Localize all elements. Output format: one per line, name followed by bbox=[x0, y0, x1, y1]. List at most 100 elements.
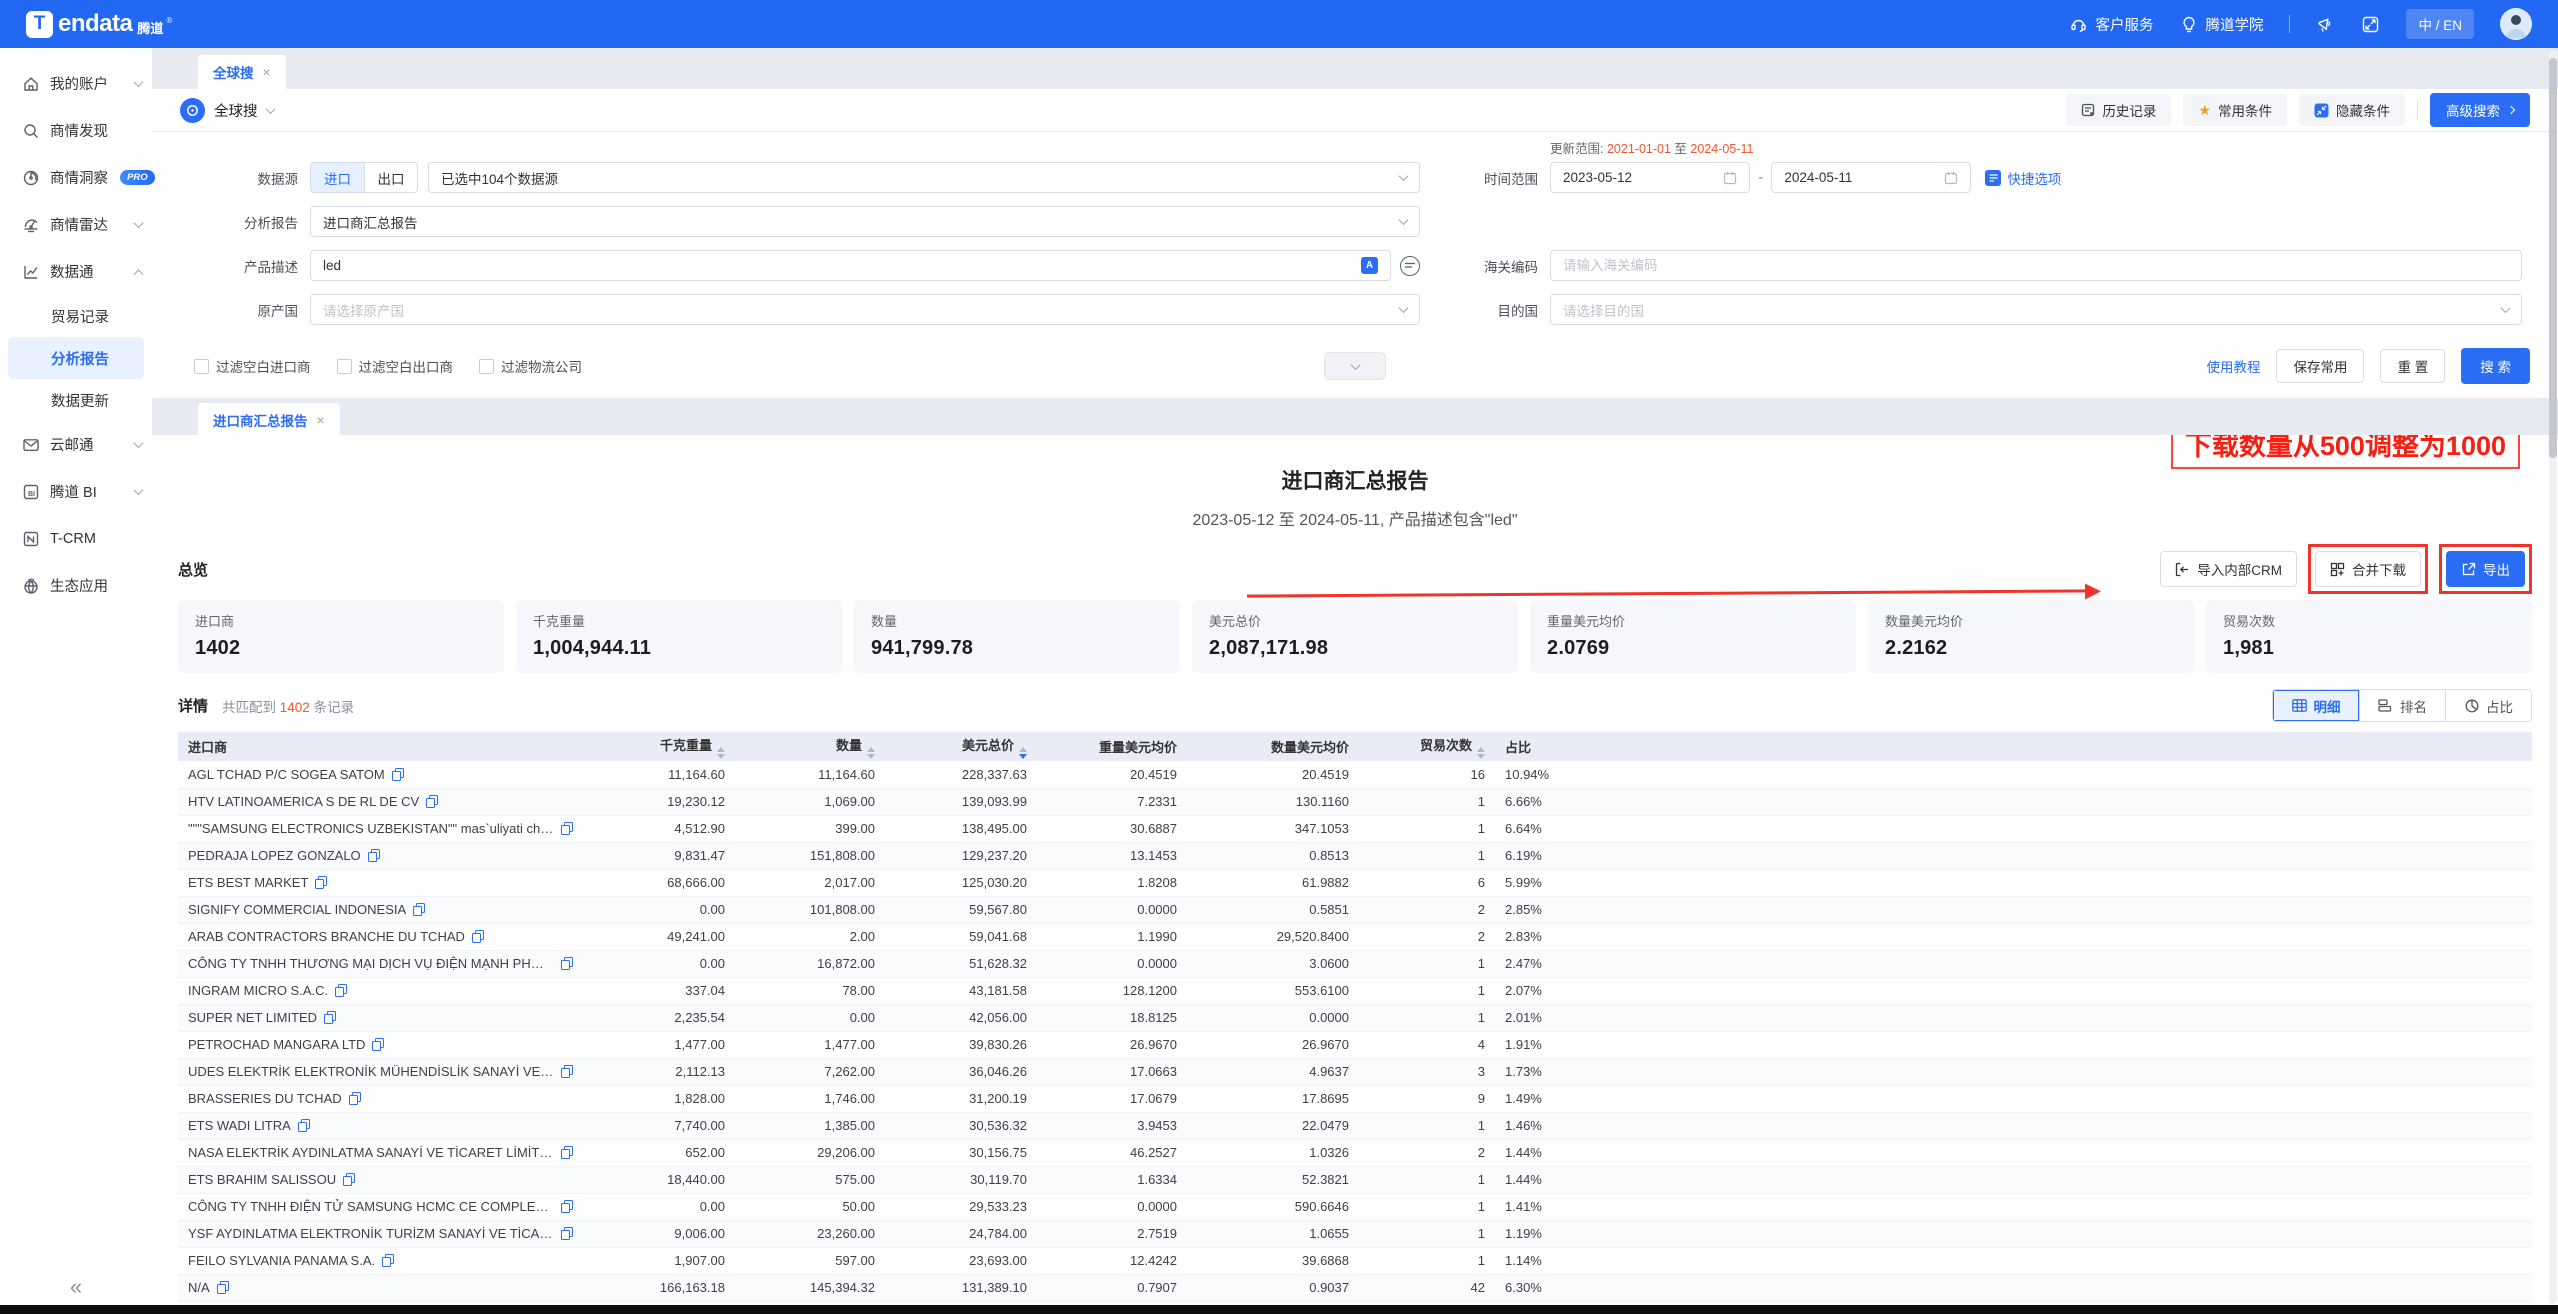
reset-button[interactable]: 重 置 bbox=[2380, 349, 2445, 383]
sidebar-item-t-crm[interactable]: T-CRM bbox=[0, 515, 152, 562]
data-source-select[interactable]: 已选中104个数据源 bbox=[428, 162, 1420, 193]
sidebar-item-discovery[interactable]: 商情发现 bbox=[0, 107, 152, 154]
fullscreen-icon[interactable] bbox=[2361, 15, 2380, 34]
copy-icon[interactable] bbox=[335, 984, 347, 997]
history-button[interactable]: 历史记录 bbox=[2066, 94, 2171, 126]
favorite-conditions-button[interactable]: ★ 常用条件 bbox=[2183, 94, 2287, 126]
column-header-6[interactable]: 贸易次数 bbox=[1359, 732, 1495, 761]
copy-icon[interactable] bbox=[561, 1146, 573, 1159]
table-row[interactable]: """SAMSUNG ELECTRONICS UZBEKISTAN"" mas`… bbox=[178, 815, 2532, 842]
column-header-2[interactable]: 数量 bbox=[735, 732, 885, 761]
table-row[interactable]: N/A166,163.18145,394.32131,389.100.79070… bbox=[178, 1274, 2532, 1301]
column-header-1[interactable]: 千克重量 bbox=[583, 732, 735, 761]
table-row[interactable]: YSF AYDINLATMA ELEKTRONİK TURİZM SANAYİ … bbox=[178, 1220, 2532, 1247]
copy-icon[interactable] bbox=[343, 1173, 355, 1186]
copy-icon[interactable] bbox=[413, 903, 425, 916]
copy-icon[interactable] bbox=[315, 876, 327, 889]
table-row[interactable]: HTV LATINOAMERICA S DE RL DE CV19,230.12… bbox=[178, 788, 2532, 815]
importer-name[interactable]: CÔNG TY TNHH THƯƠNG MẠI DỊCH VỤ ĐIỆN MẠN… bbox=[188, 956, 554, 971]
sidebar-item-tendata-bi[interactable]: BI腾道 BI bbox=[0, 468, 152, 515]
hide-conditions-button[interactable]: 隐藏条件 bbox=[2299, 94, 2405, 126]
table-row[interactable]: ETS BRAHIM SALISSOU18,440.00575.0030,119… bbox=[178, 1166, 2532, 1193]
copy-icon[interactable] bbox=[324, 1011, 336, 1024]
table-row[interactable]: ETS WADI LITRA7,740.001,385.0030,536.323… bbox=[178, 1112, 2532, 1139]
view-toggle-detail[interactable]: 明细 bbox=[2273, 690, 2359, 721]
origin-country-select[interactable]: 请选择原产国 bbox=[310, 294, 1420, 325]
importer-name[interactable]: HTV LATINOAMERICA S DE RL DE CV bbox=[188, 794, 419, 809]
language-toggle[interactable]: 中 / EN bbox=[2406, 9, 2474, 39]
import-crm-button[interactable]: 导入内部CRM bbox=[2160, 551, 2297, 587]
copy-icon[interactable] bbox=[426, 795, 438, 808]
copy-icon[interactable] bbox=[382, 1254, 394, 1267]
importer-name[interactable]: CÔNG TY TNHH ĐIỆN TỬ SAMSUNG HCMC CE COM… bbox=[188, 1199, 554, 1214]
sidebar-item-radar[interactable]: 商情雷达 bbox=[0, 201, 152, 248]
importer-name[interactable]: PETROCHAD MANGARA LTD bbox=[188, 1037, 365, 1052]
table-row[interactable]: CÔNG TY TNHH ĐIỆN TỬ SAMSUNG HCMC CE COM… bbox=[178, 1193, 2532, 1220]
copy-icon[interactable] bbox=[561, 1227, 573, 1240]
importer-name[interactable]: ETS BEST MARKET bbox=[188, 875, 308, 890]
column-header-3[interactable]: 美元总价 bbox=[885, 732, 1037, 761]
date-to-picker[interactable]: 2024-05-11 bbox=[1771, 162, 1971, 193]
customer-service-link[interactable]: 客户服务 bbox=[2069, 14, 2153, 35]
table-row[interactable]: FEILO SYLVANIA PANAMA S.A.1,907.00597.00… bbox=[178, 1247, 2532, 1274]
checkbox-filter-logistics[interactable]: 过滤物流公司 bbox=[479, 356, 582, 376]
copy-icon[interactable] bbox=[561, 957, 573, 970]
tutorial-link[interactable]: 使用教程 bbox=[2206, 356, 2260, 376]
importer-name[interactable]: SIGNIFY COMMERCIAL INDONESIA bbox=[188, 902, 406, 917]
importer-name[interactable]: YSF AYDINLATMA ELEKTRONİK TURİZM SANAYİ … bbox=[188, 1226, 554, 1241]
form-collapse-button[interactable] bbox=[1324, 352, 1386, 380]
hs-code-input[interactable] bbox=[1563, 258, 2509, 273]
copy-icon[interactable] bbox=[298, 1119, 310, 1132]
table-row[interactable]: SUPER NET LIMITED2,235.540.0042,056.0018… bbox=[178, 1004, 2532, 1031]
table-row[interactable]: ETS BEST MARKET68,666.002,017.00125,030.… bbox=[178, 869, 2532, 896]
sidebar-item-analysis-report[interactable]: 分析报告 bbox=[8, 337, 144, 379]
product-desc-input[interactable] bbox=[323, 258, 1361, 273]
copy-icon[interactable] bbox=[561, 1065, 573, 1078]
sort-icon[interactable] bbox=[717, 747, 725, 759]
sort-icon[interactable] bbox=[867, 747, 875, 759]
checkbox-filter-blank-exporter[interactable]: 过滤空白出口商 bbox=[337, 356, 454, 376]
copy-icon[interactable] bbox=[472, 930, 484, 943]
importer-name[interactable]: ARAB CONTRACTORS BRANCHE DU TCHAD bbox=[188, 929, 465, 944]
sidebar-collapse-button[interactable]: « bbox=[0, 1274, 152, 1300]
megaphone-icon[interactable] bbox=[2316, 15, 2335, 34]
importer-name[interactable]: INGRAM MICRO S.A.C. bbox=[188, 983, 328, 998]
report-type-select[interactable]: 进口商汇总报告 bbox=[310, 206, 1420, 237]
tab-close-icon[interactable]: × bbox=[263, 64, 271, 80]
sidebar-item-my-account[interactable]: 我的账户 bbox=[0, 60, 152, 107]
copy-icon[interactable] bbox=[561, 1200, 573, 1213]
table-row[interactable]: ARAB CONTRACTORS BRANCHE DU TCHAD49,241.… bbox=[178, 923, 2532, 950]
advanced-search-button[interactable]: 高级搜索 bbox=[2430, 93, 2530, 127]
sidebar-item-insight[interactable]: 商情洞察PRO bbox=[0, 154, 152, 201]
table-row[interactable]: AGL TCHAD P/C SOGEA SATOM11,164.6011,164… bbox=[178, 761, 2532, 788]
import-toggle[interactable]: 进口 bbox=[311, 163, 364, 192]
search-button[interactable]: 搜 索 bbox=[2461, 348, 2530, 384]
copy-icon[interactable] bbox=[349, 1092, 361, 1105]
quick-options-link[interactable]: 快捷选项 bbox=[1985, 168, 2061, 188]
destination-select[interactable]: 请选择目的国 bbox=[1550, 294, 2522, 325]
importer-name[interactable]: ETS BRAHIM SALISSOU bbox=[188, 1172, 336, 1187]
export-button[interactable]: 导出 bbox=[2446, 551, 2525, 587]
translate-icon[interactable]: A bbox=[1361, 257, 1378, 274]
tab-close-icon[interactable]: × bbox=[317, 412, 325, 428]
view-toggle-ranking[interactable]: 排名 bbox=[2359, 690, 2445, 721]
tendata-logo[interactable]: T endata 腾道 ® bbox=[26, 10, 172, 38]
copy-icon[interactable] bbox=[217, 1281, 229, 1294]
sort-icon[interactable] bbox=[1477, 747, 1485, 759]
importer-name[interactable]: """SAMSUNG ELECTRONICS UZBEKISTAN"" mas`… bbox=[188, 821, 554, 836]
tab-importer-summary-report[interactable]: 进口商汇总报告 × bbox=[198, 403, 340, 437]
table-row[interactable]: BRASSERIES DU TCHAD1,828.001,746.0031,20… bbox=[178, 1085, 2532, 1112]
table-row[interactable]: NASA ELEKTRİK AYDINLATMA SANAYİ VE TİCAR… bbox=[178, 1139, 2532, 1166]
table-row[interactable]: UDES ELEKTRİK ELEKTRONİK MÜHENDİSLİK SAN… bbox=[178, 1058, 2532, 1085]
importer-name[interactable]: N/A bbox=[188, 1280, 210, 1295]
table-row[interactable]: CÔNG TY TNHH THƯƠNG MẠI DỊCH VỤ ĐIỆN MẠN… bbox=[178, 950, 2532, 977]
vertical-scrollbar-thumb[interactable] bbox=[2549, 58, 2557, 458]
copy-icon[interactable] bbox=[392, 768, 404, 781]
export-toggle[interactable]: 出口 bbox=[364, 163, 417, 192]
importer-name[interactable]: UDES ELEKTRİK ELEKTRONİK MÜHENDİSLİK SAN… bbox=[188, 1064, 554, 1079]
table-row[interactable]: SIGNIFY COMMERCIAL INDONESIA0.00101,808.… bbox=[178, 896, 2532, 923]
save-common-button[interactable]: 保存常用 bbox=[2276, 349, 2364, 383]
sidebar-item-trade-records[interactable]: 贸易记录 bbox=[0, 295, 152, 337]
importer-name[interactable]: BRASSERIES DU TCHAD bbox=[188, 1091, 342, 1106]
importer-name[interactable]: PEDRAJA LOPEZ GONZALO bbox=[188, 848, 361, 863]
